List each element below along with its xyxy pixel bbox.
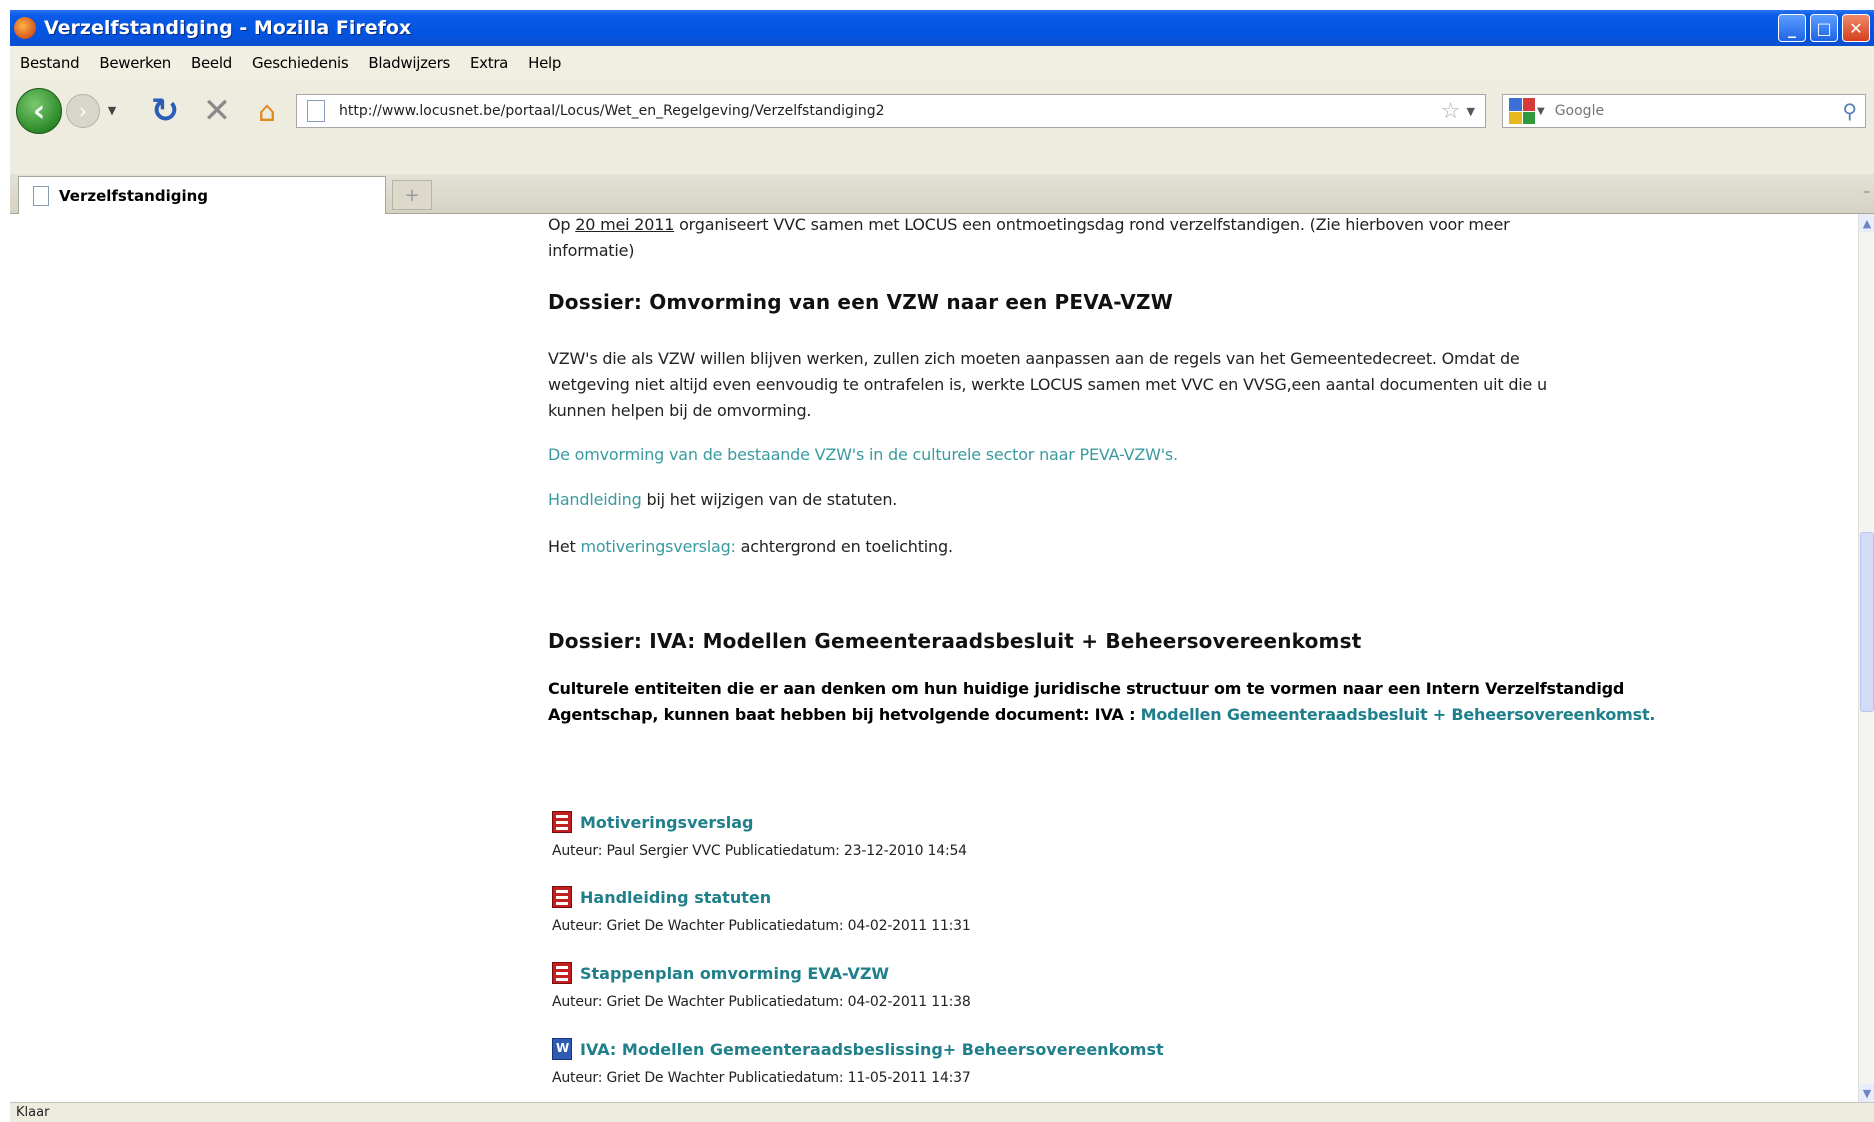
bookmarks-toolbar — [10, 142, 1874, 174]
event-date-link[interactable]: 20 mei 2011 — [575, 215, 674, 234]
google-engine-icon[interactable] — [1509, 98, 1535, 124]
vertical-scrollbar[interactable]: ▲ ▼ — [1858, 214, 1874, 1102]
menu-bestand[interactable]: Bestand — [10, 54, 89, 72]
iva-text-1: Culturele entiteiten die er aan denken o… — [548, 679, 1625, 698]
firefox-icon — [14, 17, 36, 39]
window-titlebar: Verzelfstandiging - Mozilla Firefox _ □ … — [10, 10, 1874, 46]
status-bar: Klaar — [10, 1102, 1874, 1122]
document-link[interactable]: Handleiding statuten — [580, 888, 771, 907]
document-item: Motiveringsverslag Auteur: Paul Sergier … — [552, 811, 967, 859]
menu-geschiedenis[interactable]: Geschiedenis — [242, 54, 358, 72]
document-meta: Auteur: Griet De Wachter Publicatiedatum… — [552, 994, 971, 1010]
pdf-icon — [552, 811, 572, 833]
intro-paragraph: Op 20 mei 2011 organiseert VVC samen met… — [548, 214, 1668, 264]
iva-paragraph: Culturele entiteiten die er aan denken o… — [548, 676, 1698, 728]
peva-text-3: kunnen helpen bij de omvorming. — [548, 401, 812, 420]
pdf-icon — [552, 886, 572, 908]
intro-text-cont: organiseert VVC samen met LOCUS een ontm… — [674, 215, 1510, 234]
handleiding-text: bij het wijzigen van de statuten. — [641, 490, 898, 509]
url-dropdown-icon[interactable]: ▼ — [1467, 105, 1475, 118]
forward-button[interactable]: › — [66, 94, 100, 128]
document-meta: Auteur: Griet De Wachter Publicatiedatum… — [552, 918, 971, 934]
omvorming-link-line: De omvorming van de bestaande VZW's in d… — [548, 442, 1178, 468]
peva-text-2: wetgeving niet altijd even eenvoudig te … — [548, 375, 1547, 394]
search-input[interactable] — [1554, 103, 1843, 119]
maximize-button[interactable]: □ — [1810, 14, 1838, 42]
document-item: Handleiding statuten Auteur: Griet De Wa… — [552, 886, 971, 934]
new-tab-button[interactable]: + — [392, 180, 432, 210]
document-meta: Auteur: Paul Sergier VVC Publicatiedatum… — [552, 843, 967, 859]
stop-icon[interactable]: ✕ — [198, 91, 236, 131]
motivering-line: Het motiveringsverslag: achtergrond en t… — [548, 534, 953, 560]
history-dropdown-icon[interactable]: ▼ — [104, 100, 120, 120]
document-link[interactable]: Motiveringsverslag — [580, 813, 754, 832]
address-bar[interactable]: ☆ ▼ — [296, 94, 1486, 128]
iva-text-2: Agentschap, kunnen baat hebben bij hetvo… — [548, 705, 1141, 724]
intro-text: Op — [548, 215, 576, 234]
back-button[interactable]: ‹ — [16, 88, 62, 134]
heading-peva: Dossier: Omvorming van een VZW naar een … — [548, 290, 1173, 314]
menu-beeld[interactable]: Beeld — [181, 54, 242, 72]
document-link[interactable]: Stappenplan omvorming EVA-VZW — [580, 964, 889, 983]
page-content: Op 20 mei 2011 organiseert VVC samen met… — [10, 214, 1858, 1102]
search-bar[interactable]: ▼ ⚲ — [1502, 94, 1866, 128]
motivering-pre: Het — [548, 537, 581, 556]
motivering-text: achtergrond en toelichting. — [735, 537, 953, 556]
back-arrow-icon: ‹ — [32, 93, 46, 129]
pdf-icon — [552, 962, 572, 984]
handleiding-link[interactable]: Handleiding — [548, 490, 642, 509]
engine-dropdown-icon[interactable]: ▼ — [1537, 106, 1545, 117]
page-icon — [33, 185, 49, 206]
window-controls: _ □ ✕ — [1778, 14, 1870, 42]
scrollbar-thumb[interactable] — [1860, 532, 1874, 712]
menu-help[interactable]: Help — [518, 54, 571, 72]
status-text: Klaar — [16, 1105, 50, 1120]
navigation-toolbar: ‹ › ▼ ↻ ✕ ⌂ ☆ ▼ ▼ ⚲ — [10, 80, 1874, 142]
menu-bewerken[interactable]: Bewerken — [89, 54, 181, 72]
scroll-up-icon[interactable]: ▲ — [1859, 214, 1874, 232]
heading-iva: Dossier: IVA: Modellen Gemeenteraadsbesl… — [548, 629, 1362, 653]
home-icon[interactable]: ⌂ — [248, 92, 286, 130]
search-icon[interactable]: ⚲ — [1842, 99, 1857, 123]
document-item: IVA: Modellen Gemeenteraadsbeslissing+ B… — [552, 1038, 1164, 1086]
peva-text-1: VZW's die als VZW willen blijven werken,… — [548, 349, 1520, 368]
close-button[interactable]: ✕ — [1842, 14, 1870, 42]
scroll-down-icon[interactable]: ▼ — [1859, 1084, 1874, 1102]
menu-bladwijzers[interactable]: Bladwijzers — [358, 54, 460, 72]
tab-strip: Verzelfstandiging + – — [10, 174, 1874, 214]
word-doc-icon — [552, 1038, 572, 1060]
bookmark-star-icon[interactable]: ☆ — [1441, 99, 1461, 124]
document-meta: Auteur: Griet De Wachter Publicatiedatum… — [552, 1070, 971, 1086]
intro-text-line2: informatie) — [548, 241, 635, 260]
document-link[interactable]: IVA: Modellen Gemeenteraadsbeslissing+ B… — [580, 1040, 1164, 1059]
url-input[interactable] — [339, 103, 1441, 119]
tab-label: Verzelfstandiging — [59, 186, 209, 205]
omvorming-link[interactable]: De omvorming van de bestaande VZW's in d… — [548, 445, 1178, 464]
forward-arrow-icon: › — [79, 99, 87, 123]
handleiding-line: Handleiding bij het wijzigen van de stat… — [548, 487, 897, 513]
minimize-button[interactable]: _ — [1778, 14, 1806, 42]
tab-verzelfstandiging[interactable]: Verzelfstandiging — [18, 176, 386, 214]
document-item: Stappenplan omvorming EVA-VZW Auteur: Gr… — [552, 962, 971, 1010]
page-icon — [307, 100, 325, 122]
window-title: Verzelfstandiging - Mozilla Firefox — [44, 17, 412, 39]
motiveringsverslag-link[interactable]: motiveringsverslag: — [580, 537, 735, 556]
tabs-menu-icon[interactable]: – — [1863, 184, 1870, 200]
menu-bar: Bestand Bewerken Beeld Geschiedenis Blad… — [10, 46, 1874, 80]
reload-icon[interactable]: ↻ — [146, 91, 184, 131]
menu-extra[interactable]: Extra — [460, 54, 518, 72]
iva-modellen-link[interactable]: Modellen Gemeenteraadsbesluit + Beheerso… — [1141, 705, 1656, 724]
peva-paragraph: VZW's die als VZW willen blijven werken,… — [548, 346, 1688, 424]
